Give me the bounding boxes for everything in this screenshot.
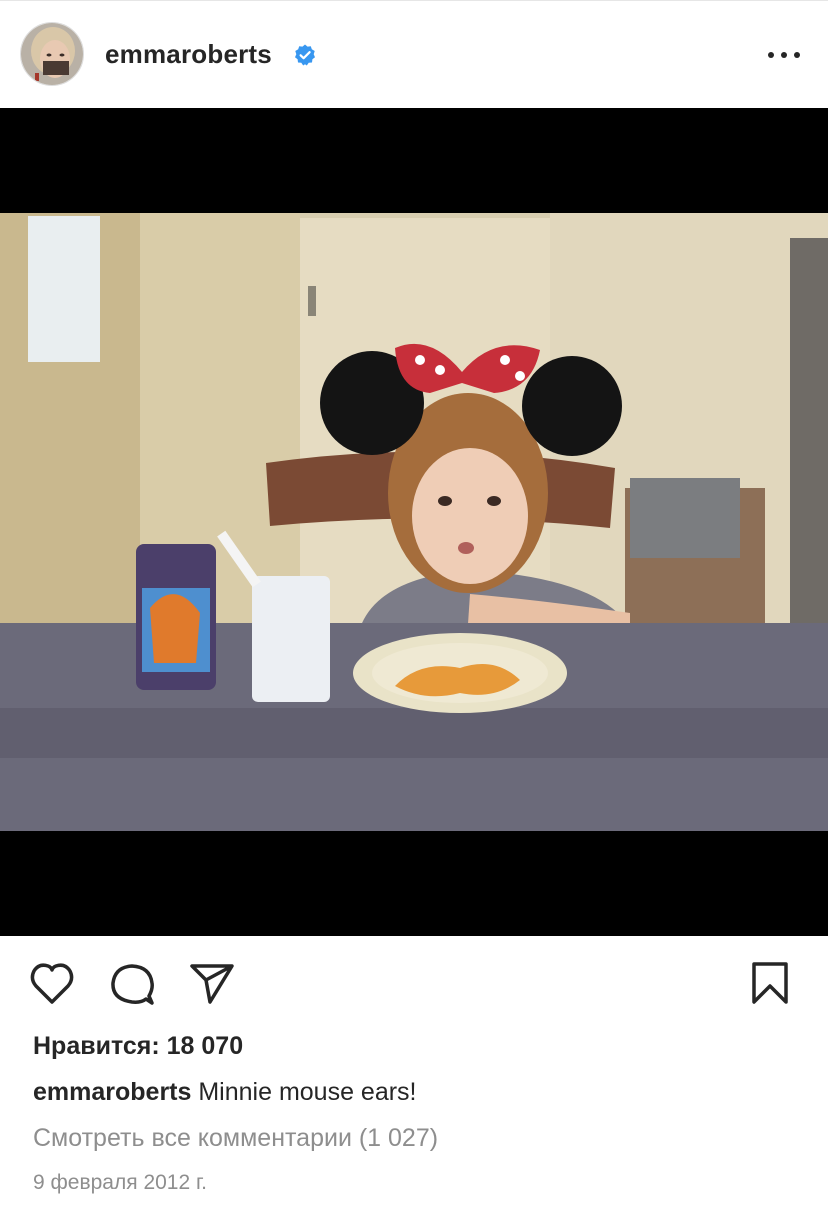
bookmark-icon[interactable]: [746, 958, 794, 1010]
view-comments-link[interactable]: Смотреть все комментарии (1 027): [33, 1124, 438, 1153]
send-icon[interactable]: [188, 958, 236, 1010]
comment-icon[interactable]: [108, 958, 156, 1010]
post-header: emmaroberts: [0, 1, 828, 107]
more-options-icon[interactable]: [764, 41, 804, 69]
photo-image: [0, 108, 828, 936]
post-date: 9 февраля 2012 г.: [33, 1171, 207, 1194]
post-username[interactable]: emmaroberts: [105, 39, 272, 70]
caption-username[interactable]: emmaroberts: [33, 1078, 191, 1106]
post-photo[interactable]: [0, 108, 828, 936]
avatar[interactable]: [20, 22, 84, 86]
verified-badge-icon: [293, 43, 317, 67]
caption: emmaroberts Minnie mouse ears!: [33, 1078, 417, 1107]
post-actions: [0, 958, 828, 1014]
heart-icon[interactable]: [28, 958, 76, 1010]
likes-count[interactable]: Нравится: 18 070: [33, 1032, 243, 1061]
caption-text: Minnie mouse ears!: [191, 1078, 417, 1106]
